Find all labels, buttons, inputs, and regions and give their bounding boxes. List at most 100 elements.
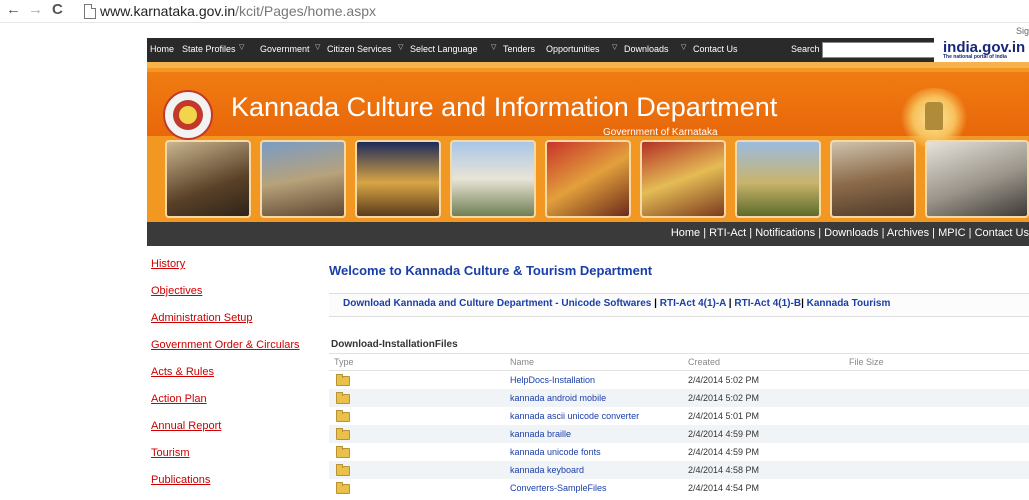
browser-toolbar: ← → C www.karnataka.gov.in/kcit/Pages/ho… <box>0 0 1029 23</box>
column-header-type[interactable]: Type <box>334 357 354 367</box>
folder-icon <box>336 482 350 494</box>
left-arrow-icon[interactable]: ← <box>6 1 21 18</box>
folder-icon <box>336 374 350 386</box>
reload-icon[interactable]: C <box>52 1 63 18</box>
file-name[interactable]: kannada keyboard <box>510 465 584 475</box>
banner-photo <box>450 140 536 218</box>
chevron-down-icon: ▽ <box>681 44 687 51</box>
secnav-rti-act[interactable]: RTI-Act <box>709 227 746 239</box>
file-created: 2/4/2014 4:59 PM <box>688 447 760 457</box>
topnav-state-profiles[interactable]: State Profiles <box>182 44 236 54</box>
sidebar-item-acts-rules[interactable]: Acts & Rules <box>151 366 214 378</box>
chevron-down-icon: ▽ <box>398 44 404 51</box>
folder-icon <box>336 410 350 422</box>
secnav-notifications[interactable]: Notifications <box>755 227 815 239</box>
table-row[interactable]: kannada keyboard 2/4/2014 4:58 PM <box>329 461 1029 479</box>
secnav-contact-us[interactable]: Contact Us <box>975 227 1029 239</box>
sidebar-item-government-orders[interactable]: Government Order & Circulars <box>151 339 300 351</box>
table-row[interactable]: HelpDocs-Installation 2/4/2014 5:02 PM <box>329 371 1029 389</box>
table-row[interactable]: kannada ascii unicode converter 2/4/2014… <box>329 407 1029 425</box>
address-bar[interactable]: www.karnataka.gov.in/kcit/Pages/home.asp… <box>100 3 376 19</box>
sidebar-item-objectives[interactable]: Objectives <box>151 285 202 297</box>
chevron-down-icon: ▽ <box>239 44 245 51</box>
secondary-navigation: Home | RTI-Act | Notifications | Downloa… <box>147 222 1029 246</box>
banner-photo <box>165 140 251 218</box>
folder-icon <box>336 428 350 440</box>
sidebar-item-action-plan[interactable]: Action Plan <box>151 393 207 405</box>
topnav-government[interactable]: Government <box>260 44 310 54</box>
topnav-downloads[interactable]: Downloads <box>624 44 669 54</box>
national-emblem-icon <box>899 88 969 148</box>
file-created: 2/4/2014 4:59 PM <box>688 429 760 439</box>
secnav-home[interactable]: Home <box>671 227 700 239</box>
top-navigation: Home State Profiles ▽ Government ▽ Citiz… <box>147 38 1029 62</box>
topnav-select-language[interactable]: Select Language <box>410 44 478 54</box>
sidebar-item-publications[interactable]: Publications <box>151 474 210 486</box>
banner-photo <box>545 140 631 218</box>
rti-act-b-link[interactable]: RTI-Act 4(1)-B <box>734 298 801 309</box>
topnav-opportunities[interactable]: Opportunities <box>546 44 600 54</box>
banner-header: Kannada Culture and Information Departme… <box>147 72 1029 148</box>
page-icon <box>84 4 96 19</box>
page-title: Welcome to Kannada Culture & Tourism Dep… <box>329 263 653 278</box>
file-name[interactable]: kannada braille <box>510 429 571 439</box>
banner-stripe <box>147 62 1029 68</box>
portal-subtitle: The national portal of India <box>943 54 1007 60</box>
table-row[interactable]: kannada braille 2/4/2014 4:59 PM <box>329 425 1029 443</box>
photo-strip <box>147 140 1029 220</box>
folder-icon <box>336 446 350 458</box>
sidebar-item-history[interactable]: History <box>151 258 185 270</box>
file-name[interactable]: kannada ascii unicode converter <box>510 411 639 421</box>
file-name[interactable]: Converters-SampleFiles <box>510 483 607 493</box>
department-subtitle: Government of Karnataka <box>603 127 718 138</box>
sign-in-link[interactable]: Sig <box>1016 26 1029 36</box>
topnav-home[interactable]: Home <box>150 44 174 54</box>
kannada-tourism-link[interactable]: Kannada Tourism <box>807 298 891 309</box>
folder-icon <box>336 392 350 404</box>
karnataka-seal-icon <box>163 90 213 140</box>
sidebar-item-tourism[interactable]: Tourism <box>151 447 190 459</box>
url-host: www.karnataka.gov.in <box>100 3 236 19</box>
column-header-created[interactable]: Created <box>688 357 720 367</box>
file-name[interactable]: kannada android mobile <box>510 393 606 403</box>
search-label: Search <box>791 44 820 54</box>
banner-photo <box>830 140 916 218</box>
url-path: /kcit/Pages/home.aspx <box>235 3 376 19</box>
chevron-down-icon: ▽ <box>491 44 497 51</box>
sidebar-item-administration-setup[interactable]: Administration Setup <box>151 312 253 324</box>
chevron-down-icon: ▽ <box>315 44 321 51</box>
section-title: Download-InstallationFiles <box>331 339 458 350</box>
rti-act-a-link[interactable]: RTI-Act 4(1)-A <box>660 298 726 309</box>
chevron-down-icon: ▽ <box>612 44 618 51</box>
table-row[interactable]: kannada android mobile 2/4/2014 5:02 PM <box>329 389 1029 407</box>
department-banner: Kannada Culture and Information Departme… <box>147 62 1029 222</box>
india-gov-logo[interactable]: india.gov.in The national portal of Indi… <box>934 38 1029 62</box>
quick-links-bar: Download Kannada and Culture Department … <box>329 293 1029 317</box>
file-name[interactable]: HelpDocs-Installation <box>510 375 595 385</box>
file-created: 2/4/2014 5:02 PM <box>688 375 760 385</box>
sidebar-item-annual-report[interactable]: Annual Report <box>151 420 221 432</box>
banner-photo <box>925 140 1029 218</box>
unicode-softwares-link[interactable]: Download Kannada and Culture Department … <box>343 298 651 309</box>
file-created: 2/4/2014 4:54 PM <box>688 483 760 493</box>
banner-photo <box>640 140 726 218</box>
table-row[interactable]: Converters-SampleFiles 2/4/2014 4:54 PM <box>329 479 1029 497</box>
right-arrow-icon[interactable]: → <box>28 1 43 18</box>
table-row[interactable]: kannada unicode fonts 2/4/2014 4:59 PM <box>329 443 1029 461</box>
secnav-mpic[interactable]: MPIC <box>938 227 966 239</box>
secnav-downloads[interactable]: Downloads <box>824 227 878 239</box>
column-header-file-size[interactable]: File Size <box>849 357 884 367</box>
table-header: Type Name Created File Size <box>329 353 1029 371</box>
topnav-citizen-services[interactable]: Citizen Services <box>327 44 392 54</box>
topnav-tenders[interactable]: Tenders <box>503 44 535 54</box>
topnav-contact-us[interactable]: Contact Us <box>693 44 738 54</box>
file-created: 2/4/2014 5:01 PM <box>688 411 760 421</box>
file-created: 2/4/2014 5:02 PM <box>688 393 760 403</box>
search-input[interactable] <box>822 42 938 58</box>
file-created: 2/4/2014 4:58 PM <box>688 465 760 475</box>
banner-photo <box>355 140 441 218</box>
department-title: Kannada Culture and Information Departme… <box>231 92 778 122</box>
secnav-archives[interactable]: Archives <box>887 227 929 239</box>
file-name[interactable]: kannada unicode fonts <box>510 447 601 457</box>
column-header-name[interactable]: Name <box>510 357 534 367</box>
